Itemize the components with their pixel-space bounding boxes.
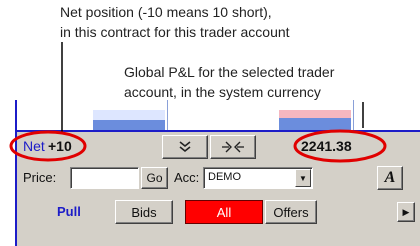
flatten-position-button[interactable] bbox=[210, 135, 256, 159]
position-row: Net +10 2241.38 bbox=[17, 132, 420, 160]
price-label: Price: bbox=[23, 170, 57, 185]
all-button[interactable]: All bbox=[185, 200, 263, 224]
chart-bar bbox=[93, 120, 165, 130]
callout-net-position: Net position (-10 means 10 short), in th… bbox=[60, 2, 290, 42]
order-entry-row: Price: Go Acc: DEMO ▼ A bbox=[17, 164, 420, 192]
scroll-down-button[interactable] bbox=[162, 135, 208, 159]
callout-global-pnl: Global P&L for the selected trader accou… bbox=[124, 62, 334, 102]
double-chevron-down-icon bbox=[179, 141, 191, 153]
trading-panel: Net +10 2241.38 Price: Go Acc: DEMO ▼ A bbox=[15, 100, 420, 246]
font-button[interactable]: A bbox=[377, 166, 403, 190]
account-select-value: DEMO bbox=[208, 171, 241, 183]
dropdown-arrow-icon[interactable]: ▼ bbox=[295, 169, 311, 187]
triangle-right-icon: ▶ bbox=[402, 206, 410, 217]
callout-line: Net position (-10 means 10 short), bbox=[60, 4, 272, 20]
global-pnl-value: 2241.38 bbox=[301, 138, 352, 154]
scroll-right-button[interactable]: ▶ bbox=[397, 202, 415, 222]
account-label: Acc: bbox=[174, 170, 200, 185]
chart-gridline bbox=[353, 100, 354, 130]
chart-gridline bbox=[167, 100, 168, 130]
depth-chart-strip bbox=[17, 100, 420, 132]
filter-row: Pull Bids All Offers ▶ bbox=[17, 198, 420, 226]
chart-bar bbox=[279, 118, 351, 130]
flatten-arrows-icon bbox=[222, 141, 244, 153]
chart-bar bbox=[279, 110, 351, 118]
callout-line: account, in the system currency bbox=[124, 84, 321, 100]
net-position-value: +10 bbox=[48, 138, 72, 154]
callout-line: Global P&L for the selected trader bbox=[124, 64, 335, 80]
pull-label[interactable]: Pull bbox=[57, 204, 81, 219]
bids-button[interactable]: Bids bbox=[115, 200, 173, 224]
callout-line: in this contract for this trader account bbox=[60, 24, 290, 40]
offers-button[interactable]: Offers bbox=[265, 200, 317, 224]
go-button[interactable]: Go bbox=[141, 167, 168, 189]
account-select[interactable]: DEMO ▼ bbox=[203, 167, 313, 189]
price-input[interactable] bbox=[70, 167, 139, 189]
net-label: Net bbox=[23, 138, 45, 154]
